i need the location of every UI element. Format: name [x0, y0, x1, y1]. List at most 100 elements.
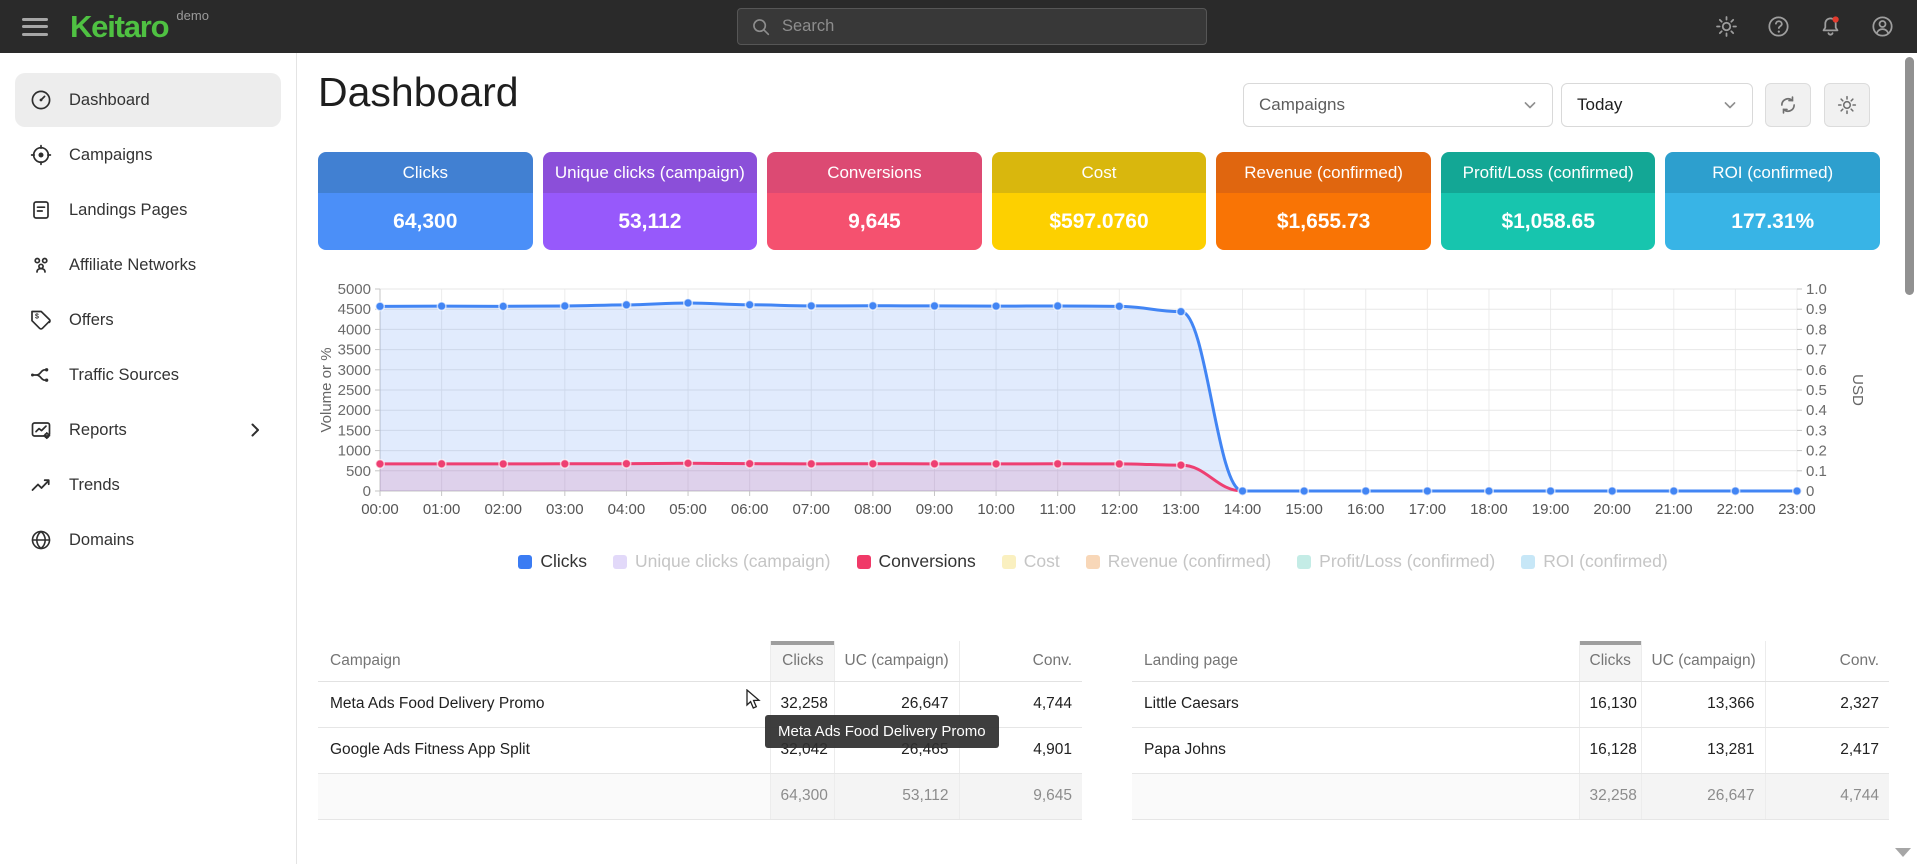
totals-cell: 53,112 — [834, 773, 959, 819]
sidebar-item-dashboard[interactable]: Dashboard — [15, 73, 281, 127]
help-icon[interactable] — [1766, 14, 1791, 39]
refresh-button[interactable] — [1765, 83, 1811, 127]
legend-label: Conversions — [879, 551, 976, 572]
legend-item-revenue-confirmed[interactable]: Revenue (confirmed) — [1086, 551, 1271, 572]
keitaro-logo[interactable]: Keitaro — [70, 9, 168, 45]
campaigns-icon — [29, 143, 53, 167]
legend-item-conversions[interactable]: Conversions — [857, 551, 976, 572]
column-header-conv[interactable]: Conv. — [959, 641, 1082, 681]
sidebar-item-affiliate-networks[interactable]: Affiliate Networks — [15, 238, 281, 292]
sidebar-item-label: Trends — [69, 476, 120, 495]
sidebar-item-landings-pages[interactable]: Landings Pages — [15, 183, 281, 237]
search-icon — [750, 16, 772, 38]
hamburger-menu-icon[interactable] — [22, 18, 48, 36]
stat-card-label: Unique clicks (campaign) — [543, 152, 758, 193]
period-select[interactable]: Today — [1561, 83, 1753, 127]
column-header-campaign[interactable]: Campaign — [318, 641, 770, 681]
group-by-select[interactable]: Campaigns — [1243, 83, 1553, 127]
svg-text:$: $ — [35, 313, 39, 320]
column-header-conv[interactable]: Conv. — [1765, 641, 1889, 681]
svg-text:0: 0 — [363, 483, 371, 500]
stat-card-roi-confirmed[interactable]: ROI (confirmed)177.31% — [1665, 152, 1880, 250]
sidebar-item-label: Campaigns — [69, 146, 152, 165]
domains-icon — [29, 528, 53, 552]
svg-text:06:00: 06:00 — [731, 501, 769, 518]
svg-text:19:00: 19:00 — [1532, 501, 1570, 518]
landings-icon — [29, 198, 53, 222]
legend-item-roi-confirmed[interactable]: ROI (confirmed) — [1521, 551, 1667, 572]
svg-text:1000: 1000 — [338, 443, 371, 460]
dashboard-settings-button[interactable] — [1824, 83, 1870, 127]
chart-legend: Clicks Unique clicks (campaign) Conversion… — [318, 551, 1868, 572]
table-row[interactable]: Papa Johns16,12813,2812,417 — [1132, 727, 1889, 773]
stat-card-unique-clicks-campaign[interactable]: Unique clicks (campaign)53,112 — [543, 152, 758, 250]
stat-card-revenue-confirmed[interactable]: Revenue (confirmed)$1,655.73 — [1216, 152, 1431, 250]
sidebar-item-label: Domains — [69, 531, 134, 550]
env-label: demo — [176, 8, 209, 23]
offers-icon: $ — [29, 308, 53, 332]
table-row[interactable]: Little Caesars16,13013,3662,327 — [1132, 681, 1889, 727]
svg-text:4500: 4500 — [338, 301, 371, 318]
totals-cell: 26,647 — [1641, 773, 1765, 819]
svg-text:0.7: 0.7 — [1806, 342, 1827, 359]
svg-text:USD: USD — [1849, 374, 1866, 406]
chart-series — [376, 299, 1802, 496]
chevron-down-icon — [1520, 95, 1540, 115]
svg-text:1500: 1500 — [338, 422, 371, 439]
svg-text:3000: 3000 — [338, 362, 371, 379]
sidebar-item-reports[interactable]: Reports — [15, 403, 281, 457]
topbar-actions — [1714, 0, 1895, 53]
sidebar-item-label: Traffic Sources — [69, 366, 179, 385]
dashboard-chart[interactable]: 0500100015002000250030003500400045005000… — [318, 279, 1868, 531]
totals-cell: 64,300 — [770, 773, 834, 819]
column-header-uc-campaign[interactable]: UC (campaign) — [834, 641, 959, 681]
legend-item-unique-clicks-campaign[interactable]: Unique clicks (campaign) — [613, 551, 831, 572]
svg-text:03:00: 03:00 — [546, 501, 584, 518]
gear-icon[interactable] — [1714, 14, 1739, 39]
stat-card-profit-loss-confirmed[interactable]: Profit/Loss (confirmed)$1,058.65 — [1441, 152, 1656, 250]
svg-text:1.0: 1.0 — [1806, 281, 1827, 298]
stat-cards: Clicks64,300Unique clicks (campaign)53,1… — [318, 152, 1880, 250]
svg-text:0.8: 0.8 — [1806, 321, 1827, 338]
column-header-uc-campaign[interactable]: UC (campaign) — [1641, 641, 1765, 681]
legend-item-clicks[interactable]: Clicks — [518, 551, 587, 572]
legend-item-cost[interactable]: Cost — [1002, 551, 1060, 572]
stat-card-conversions[interactable]: Conversions9,645 — [767, 152, 982, 250]
legend-item-profit-loss-confirmed[interactable]: Profit/Loss (confirmed) — [1297, 551, 1495, 572]
totals-cell: 32,258 — [1579, 773, 1641, 819]
row-name-cell: Little Caesars — [1132, 681, 1579, 727]
sidebar-item-label: Landings Pages — [69, 201, 187, 220]
chevron-down-icon — [1720, 95, 1740, 115]
legend-label: Unique clicks (campaign) — [635, 551, 831, 572]
totals-cell — [1132, 773, 1579, 819]
sidebar-item-trends[interactable]: Trends — [15, 458, 281, 512]
svg-text:0.4: 0.4 — [1806, 402, 1827, 419]
table-totals-row: 32,25826,6474,744 — [1132, 773, 1889, 819]
page-title: Dashboard — [318, 69, 519, 116]
global-search-input[interactable]: Search — [737, 8, 1207, 45]
scroll-down-arrow[interactable] — [1895, 848, 1911, 857]
sidebar-item-traffic-sources[interactable]: Traffic Sources — [15, 348, 281, 402]
user-icon[interactable] — [1870, 14, 1895, 39]
stat-card-cost[interactable]: Cost$597.0760 — [992, 152, 1207, 250]
legend-swatch — [613, 555, 627, 569]
sidebar-item-domains[interactable]: Domains — [15, 513, 281, 567]
bell-icon[interactable] — [1818, 14, 1843, 39]
row-tooltip: Meta Ads Food Delivery Promo — [765, 715, 999, 748]
affiliate-icon — [29, 253, 53, 277]
sidebar-item-offers[interactable]: $Offers — [15, 293, 281, 347]
page-scrollbar-thumb[interactable] — [1905, 57, 1914, 295]
legend-swatch — [1002, 555, 1016, 569]
stat-card-clicks[interactable]: Clicks64,300 — [318, 152, 533, 250]
sidebar-item-campaigns[interactable]: Campaigns — [15, 128, 281, 182]
svg-text:16:00: 16:00 — [1347, 501, 1385, 518]
chevron-right-icon — [243, 418, 267, 442]
svg-text:04:00: 04:00 — [608, 501, 646, 518]
svg-text:15:00: 15:00 — [1285, 501, 1323, 518]
svg-text:17:00: 17:00 — [1409, 501, 1447, 518]
column-header-clicks[interactable]: Clicks — [770, 641, 834, 681]
svg-text:12:00: 12:00 — [1101, 501, 1139, 518]
column-header-landing-page[interactable]: Landing page — [1132, 641, 1579, 681]
column-header-clicks[interactable]: Clicks — [1579, 641, 1641, 681]
svg-text:02:00: 02:00 — [484, 501, 522, 518]
